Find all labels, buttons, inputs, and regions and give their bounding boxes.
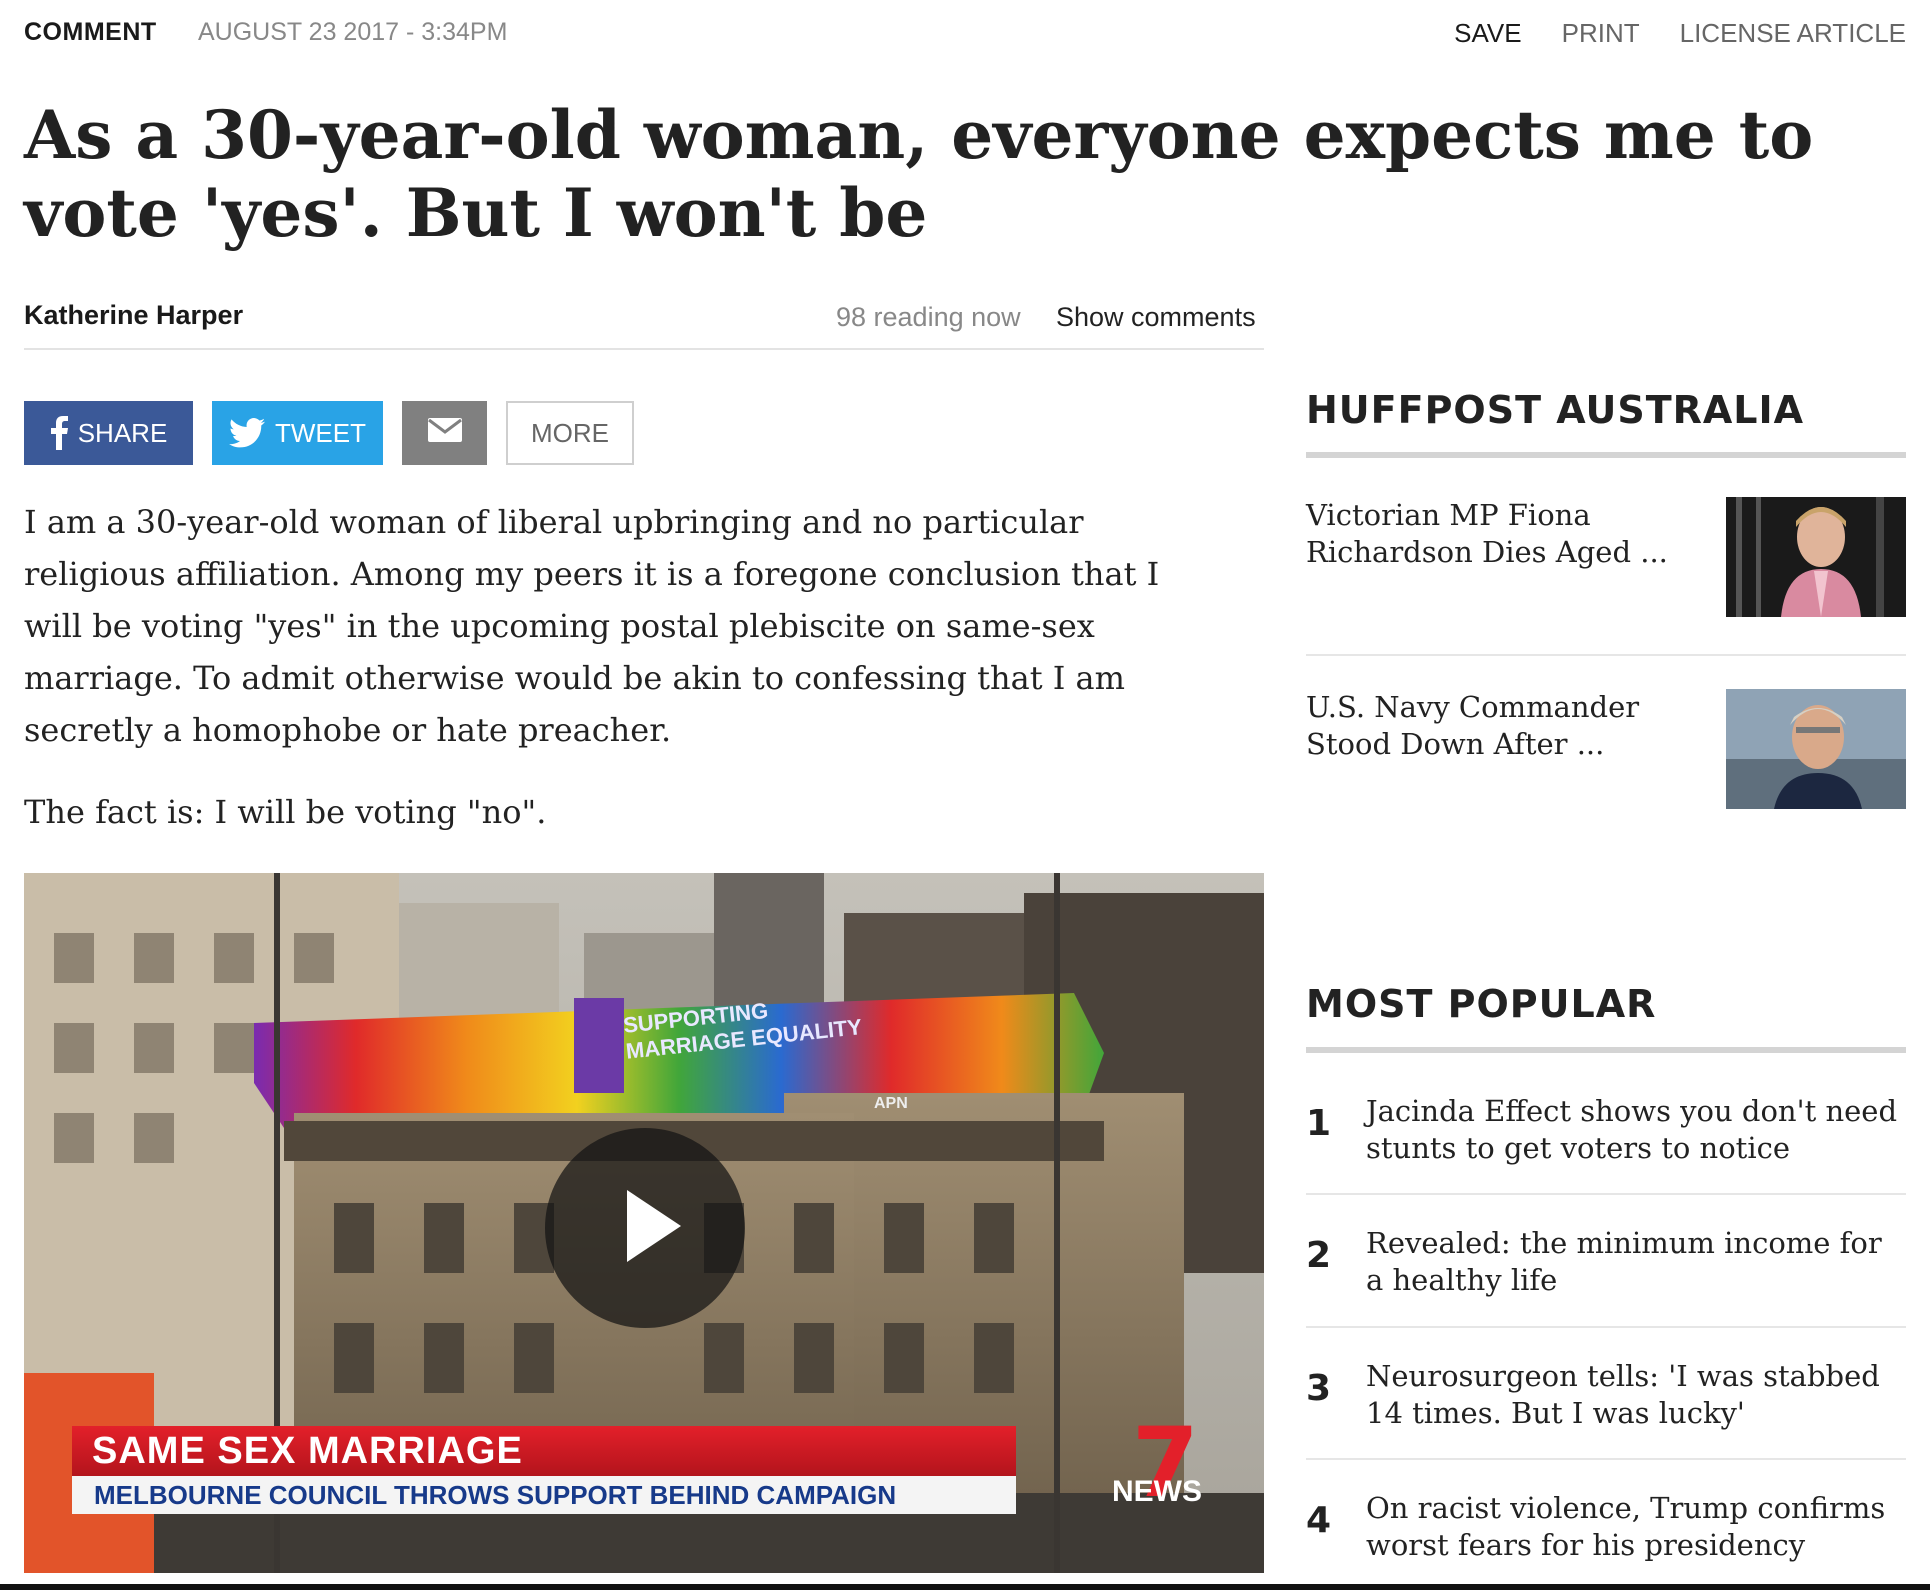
popular-item-title[interactable]: Jacinda Effect shows you don't need stun… — [1366, 1093, 1906, 1167]
woman-portrait-photo-icon[interactable] — [1726, 497, 1906, 617]
facebook-share-label: SHARE — [77, 417, 168, 448]
twitter-tweet-label: TWEET — [275, 417, 366, 448]
article-actions: SAVE PRINT LICENSE ARTICLE — [1454, 18, 1906, 49]
huffpost-heading-rule — [1306, 452, 1906, 458]
most-popular-heading: MOST POPULAR — [1306, 982, 1657, 1026]
huffpost-divider — [1306, 654, 1906, 656]
play-button[interactable] — [545, 1128, 745, 1328]
man-portrait-photo-icon[interactable] — [1726, 689, 1906, 809]
huffpost-item-title[interactable]: Victorian MP Fiona Richardson Dies Aged … — [1306, 497, 1676, 571]
more-share-button[interactable]: MORE — [506, 401, 634, 465]
save-link[interactable]: SAVE — [1454, 18, 1521, 49]
news-lower-third: SAME SEX MARRIAGE MELBOURNE COUNCIL THRO… — [72, 1426, 1016, 1514]
popular-item-rank: 3 — [1306, 1368, 1332, 1409]
license-article-link[interactable]: LICENSE ARTICLE — [1680, 18, 1906, 49]
lower-third-title: SAME SEX MARRIAGE — [72, 1426, 1016, 1476]
video-player[interactable]: SUPPORTING MARRIAGE EQUALITY APN SAME SE… — [24, 873, 1264, 1573]
show-comments-link[interactable]: Show comments — [1056, 302, 1256, 333]
news-logo-word: NEWS — [1112, 1475, 1202, 1508]
popular-item-title[interactable]: Revealed: the minimum income for a healt… — [1366, 1225, 1906, 1299]
article-body: I am a 30-year-old woman of liberal upbr… — [24, 496, 1174, 831]
article-paragraph: I am a 30-year-old woman of liberal upbr… — [24, 503, 1160, 749]
popular-item-rank: 4 — [1306, 1500, 1332, 1541]
popular-item-rank: 2 — [1306, 1235, 1332, 1276]
author-name[interactable]: Katherine Harper — [24, 300, 243, 331]
lower-third-subtitle: MELBOURNE COUNCIL THROWS SUPPORT BEHIND … — [72, 1476, 1016, 1514]
popular-item-title[interactable]: Neurosurgeon tells: 'I was stabbed 14 ti… — [1366, 1358, 1906, 1432]
email-share-button[interactable] — [402, 401, 487, 465]
twitter-bird-icon — [229, 418, 265, 448]
huffpost-heading: HUFFPOST AUSTRALIA — [1306, 388, 1805, 432]
most-popular-heading-rule — [1306, 1047, 1906, 1053]
share-buttons: SHARE TWEET MORE — [24, 401, 634, 465]
section-label[interactable]: COMMENT — [24, 18, 157, 47]
twitter-tweet-button[interactable]: TWEET — [212, 401, 383, 465]
headline: As a 30-year-old woman, everyone expects… — [24, 96, 1814, 252]
popular-divider — [1306, 1193, 1906, 1195]
huffpost-item-title[interactable]: U.S. Navy Commander Stood Down After ... — [1306, 689, 1676, 763]
bottom-edge-bar — [0, 1584, 1930, 1590]
play-icon — [627, 1190, 681, 1262]
top-bar: COMMENT AUGUST 23 2017 - 3:34PM SAVE PRI… — [24, 18, 1906, 54]
popular-item-rank: 1 — [1306, 1103, 1332, 1144]
publish-date: AUGUST 23 2017 - 3:34PM — [198, 18, 508, 46]
billboard-tag: APN — [874, 1095, 908, 1112]
byline-divider — [24, 348, 1264, 350]
popular-divider — [1306, 1326, 1906, 1328]
article-paragraph: The fact is: I will be voting "no". — [24, 793, 547, 831]
reading-now-count: 98 reading now — [836, 302, 1021, 332]
popular-item-title[interactable]: On racist violence, Trump confirms worst… — [1366, 1490, 1906, 1564]
envelope-icon — [427, 417, 463, 450]
popular-divider — [1306, 1458, 1906, 1460]
facebook-icon — [50, 416, 68, 450]
facebook-share-button[interactable]: SHARE — [24, 401, 193, 465]
print-link[interactable]: PRINT — [1562, 18, 1640, 49]
seven-news-logo: 7 NEWS — [1112, 1407, 1242, 1523]
